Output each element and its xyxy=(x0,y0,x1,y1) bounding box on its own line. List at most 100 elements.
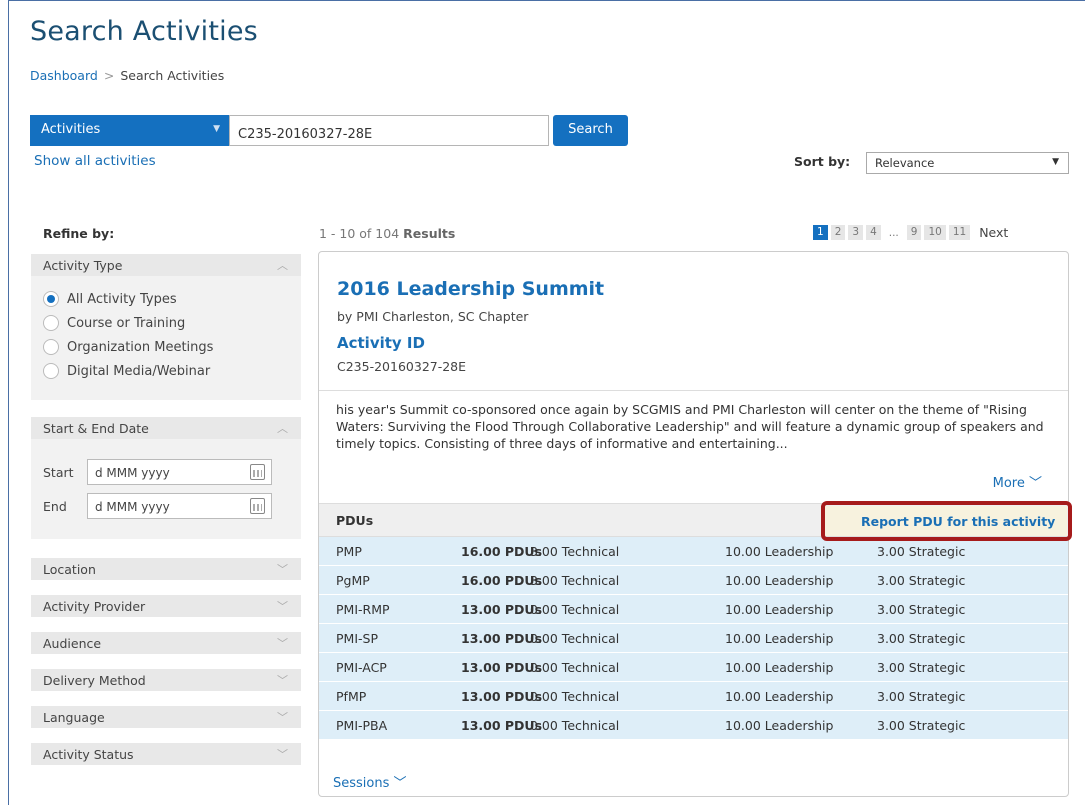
radio-course-or-training[interactable]: Course or Training xyxy=(43,315,185,331)
page-2-button[interactable]: 2 xyxy=(830,225,846,240)
breadcrumb: Dashboard > Search Activities xyxy=(30,68,224,83)
radio-label: Course or Training xyxy=(67,315,186,331)
calendar-icon[interactable] xyxy=(250,464,265,480)
facet-delivery-method[interactable]: Delivery Method ﹀ xyxy=(31,669,301,691)
pdu-leadership: 10.00 Leadership xyxy=(725,689,834,704)
facet-title: Delivery Method xyxy=(43,673,146,688)
facet-dates-header[interactable]: Start & End Date ︿ xyxy=(31,417,301,439)
end-date-placeholder: d MMM yyyy xyxy=(95,500,170,514)
start-date-placeholder: d MMM yyyy xyxy=(95,466,170,480)
more-label: More xyxy=(992,476,1025,491)
facet-title: Start & End Date xyxy=(43,421,149,436)
pdu-row: PMI-RMP 13.00 PDUs 0.00 Technical 10.00 … xyxy=(319,595,1068,624)
facet-activity-provider[interactable]: Activity Provider ﹀ xyxy=(31,595,301,617)
pdu-strategic: 3.00 Strategic xyxy=(877,689,966,704)
more-link[interactable]: More ﹀ xyxy=(993,472,1042,491)
page-4-button[interactable]: 4 xyxy=(866,225,881,240)
chevron-down-icon: ﹀ xyxy=(1028,476,1042,491)
report-pdu-highlight-box xyxy=(821,501,1072,541)
activity-id-label: Activity ID xyxy=(337,334,425,352)
start-date-input[interactable]: d MMM yyyy xyxy=(87,459,272,485)
chevron-down-icon: ﹀ xyxy=(277,748,288,761)
start-date-row: Start d MMM yyyy xyxy=(43,459,272,485)
pdu-row: PgMP 16.00 PDUs 3.00 Technical 10.00 Lea… xyxy=(319,566,1068,595)
activity-description: his year's Summit co-sponsored once agai… xyxy=(336,402,1044,451)
show-all-activities-link[interactable]: Show all activities xyxy=(34,153,156,169)
activity-id-value: C235-20160327-28E xyxy=(337,359,467,374)
facet-audience[interactable]: Audience ﹀ xyxy=(31,632,301,654)
facet-activity-type-body: All Activity Types Course or Training Or… xyxy=(31,276,301,400)
pdu-technical: 0.00 Technical xyxy=(530,602,620,617)
radio-digital-media-webinar[interactable]: Digital Media/Webinar xyxy=(43,363,210,379)
next-page-link[interactable]: Next xyxy=(979,225,1008,240)
end-date-label: End xyxy=(43,498,67,514)
facet-title: Audience xyxy=(43,636,102,651)
pagination: 1 2 3 4 ... 9 10 11 Next xyxy=(813,225,1008,240)
sort-select-value: Relevance xyxy=(875,156,935,170)
sort-by-label: Sort by: xyxy=(794,154,851,169)
pdu-technical: 0.00 Technical xyxy=(530,718,620,733)
pdu-row: PMI-ACP 13.00 PDUs 0.00 Technical 10.00 … xyxy=(319,653,1068,682)
end-date-row: End d MMM yyyy xyxy=(43,493,272,519)
facet-language[interactable]: Language ﹀ xyxy=(31,706,301,728)
results-label: Results xyxy=(403,226,456,241)
breadcrumb-separator: > xyxy=(103,68,115,83)
chevron-up-icon: ︿ xyxy=(277,422,288,435)
radio-all-activity-types[interactable]: All Activity Types xyxy=(43,291,177,307)
sessions-link[interactable]: Sessions ﹀ xyxy=(333,772,407,791)
chevron-down-icon: ▼ xyxy=(213,124,220,134)
pdu-technical: 3.00 Technical xyxy=(530,573,620,588)
page-3-button[interactable]: 3 xyxy=(848,225,864,240)
facet-location[interactable]: Location ﹀ xyxy=(31,558,301,580)
pdu-cert: PfMP xyxy=(336,689,367,704)
search-category-select[interactable]: Activities ▼ xyxy=(30,115,229,146)
radio-selected-icon xyxy=(43,291,59,307)
search-category-value: Activities xyxy=(41,122,101,137)
pdu-row: PMI-PBA 13.00 PDUs 0.00 Technical 10.00 … xyxy=(319,711,1068,740)
start-date-label: Start xyxy=(43,464,74,480)
refine-by-label: Refine by: xyxy=(43,226,115,241)
pdu-header-label: PDUs xyxy=(336,513,374,528)
activity-title-link[interactable]: 2016 Leadership Summit xyxy=(337,278,604,300)
pagination-ellipsis: ... xyxy=(888,226,899,239)
pdu-strategic: 3.00 Strategic xyxy=(877,660,966,675)
radio-label: Organization Meetings xyxy=(67,339,214,355)
pdu-cert: PMI-PBA xyxy=(336,718,388,733)
page-9-button[interactable]: 9 xyxy=(906,225,922,240)
search-button[interactable]: Search xyxy=(553,115,628,146)
breadcrumb-dashboard-link[interactable]: Dashboard xyxy=(30,68,98,83)
pdu-cert: PgMP xyxy=(336,573,370,588)
pdu-cert: PMP xyxy=(336,544,362,559)
sessions-label: Sessions xyxy=(333,776,390,791)
search-input[interactable] xyxy=(229,115,549,146)
page-1-button[interactable]: 1 xyxy=(813,225,828,240)
calendar-icon[interactable] xyxy=(250,498,265,514)
pdu-strategic: 3.00 Strategic xyxy=(877,544,966,559)
pdu-leadership: 10.00 Leadership xyxy=(725,660,834,675)
breadcrumb-current: Search Activities xyxy=(120,68,225,83)
page-11-button[interactable]: 11 xyxy=(948,225,971,240)
results-count: 1 - 10 of 104 Results xyxy=(319,226,455,241)
pdu-leadership: 10.00 Leadership xyxy=(725,544,834,559)
pdu-row: PMP 16.00 PDUs 3.00 Technical 10.00 Lead… xyxy=(319,537,1068,566)
chevron-up-icon: ︿ xyxy=(277,259,288,272)
chevron-down-icon: ﹀ xyxy=(277,674,288,687)
pdu-leadership: 10.00 Leadership xyxy=(725,718,834,733)
pdu-table: PMP 16.00 PDUs 3.00 Technical 10.00 Lead… xyxy=(319,537,1068,740)
pdu-row: PMI-SP 13.00 PDUs 0.00 Technical 10.00 L… xyxy=(319,624,1068,653)
pdu-row: PfMP 13.00 PDUs 0.00 Technical 10.00 Lea… xyxy=(319,682,1068,711)
pdu-technical: 0.00 Technical xyxy=(530,660,620,675)
sort-select[interactable]: Relevance ▼ xyxy=(866,152,1069,174)
pdu-leadership: 10.00 Leadership xyxy=(725,573,834,588)
page-10-button[interactable]: 10 xyxy=(924,225,946,240)
radio-organization-meetings[interactable]: Organization Meetings xyxy=(43,339,213,355)
end-date-input[interactable]: d MMM yyyy xyxy=(87,493,272,519)
radio-unselected-icon xyxy=(43,339,59,355)
radio-unselected-icon xyxy=(43,363,59,379)
facet-activity-type-header[interactable]: Activity Type ︿ xyxy=(31,254,301,276)
pdu-strategic: 3.00 Strategic xyxy=(877,602,966,617)
chevron-down-icon: ﹀ xyxy=(277,711,288,724)
pdu-strategic: 3.00 Strategic xyxy=(877,573,966,588)
facet-activity-status[interactable]: Activity Status ﹀ xyxy=(31,743,301,765)
pdu-cert: PMI-SP xyxy=(336,631,378,646)
